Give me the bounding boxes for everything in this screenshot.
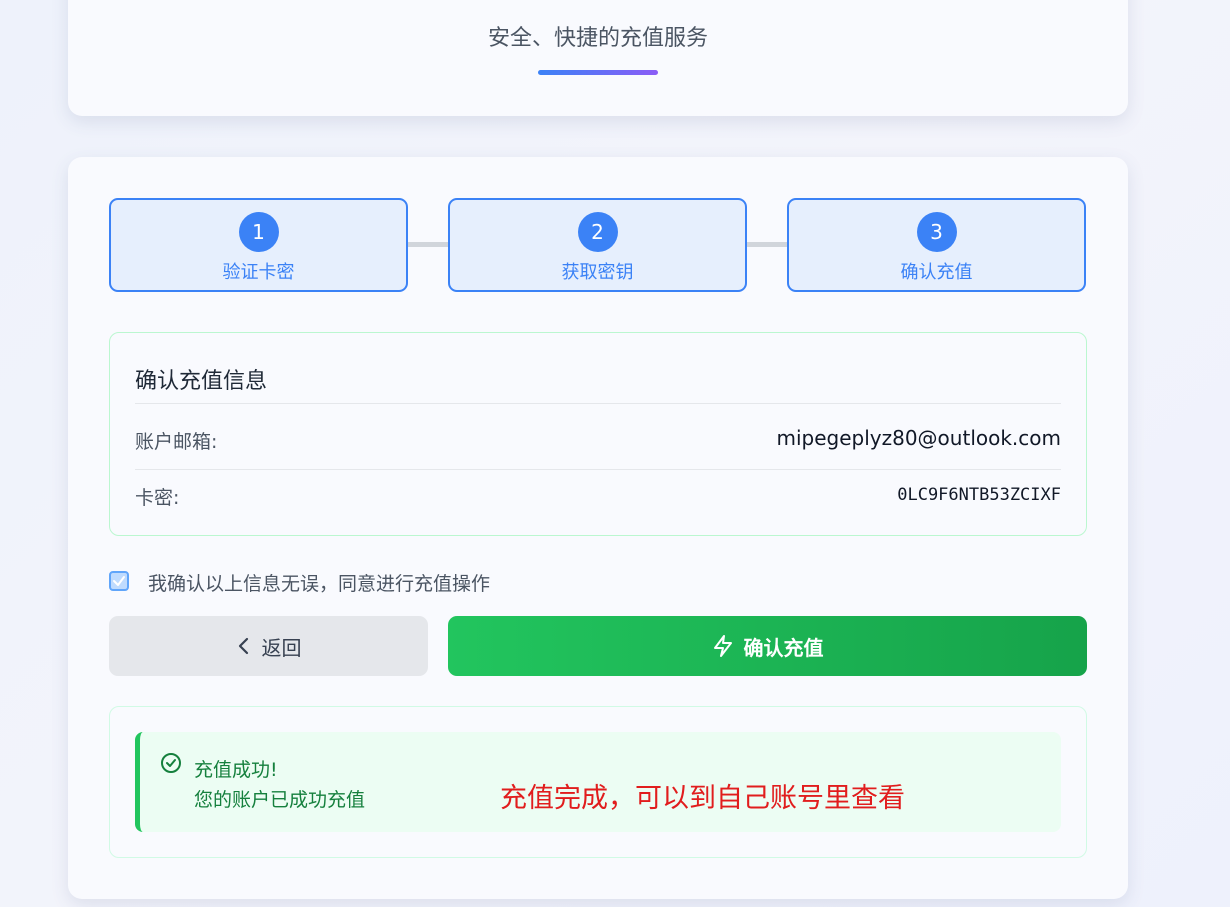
check-icon	[113, 576, 125, 586]
success-alert: 充值成功! 您的账户已成功充值 充值完成，可以到自己账号里查看	[135, 732, 1061, 832]
step-label: 获取密钥	[561, 262, 634, 283]
step-label: 确认充值	[900, 262, 973, 283]
card-key-value: 0LC9F6NTB53ZCIXF	[897, 485, 1061, 505]
back-button-label: 返回	[261, 637, 302, 660]
accent-bar	[538, 70, 658, 75]
chevron-left-icon	[238, 637, 248, 655]
lightning-icon	[713, 635, 732, 657]
step-verify-card: 1 验证卡密	[109, 198, 408, 292]
back-button[interactable]: 返回	[109, 616, 428, 676]
card-key-label: 卡密:	[135, 487, 180, 509]
divider	[135, 469, 1061, 470]
check-circle-icon	[161, 753, 181, 773]
step-get-key: 2 获取密钥	[448, 198, 747, 292]
step-number: 1	[238, 212, 279, 252]
step-confirm-recharge: 3 确认充值	[787, 198, 1086, 292]
step-connector	[747, 242, 787, 247]
info-title: 确认充值信息	[135, 369, 268, 394]
confirm-checkbox[interactable]	[109, 571, 129, 591]
step-indicator: 1 验证卡密 2 获取密钥 3 确认充值	[109, 198, 1087, 292]
main-card: 1 验证卡密 2 获取密钥 3 确认充值 确认充值信息 账户邮箱: mipege…	[68, 157, 1128, 899]
step-label: 验证卡密	[222, 262, 295, 283]
result-panel: 充值成功! 您的账户已成功充值 充值完成，可以到自己账号里查看	[109, 706, 1087, 858]
step-number: 2	[577, 212, 618, 252]
divider	[135, 403, 1061, 404]
confirm-recharge-button[interactable]: 确认充值	[448, 616, 1087, 676]
page-subtitle: 安全、快捷的充值服务	[487, 26, 708, 51]
success-description: 您的账户已成功充值	[194, 789, 366, 811]
confirm-checkbox-label[interactable]: 我确认以上信息无误，同意进行充值操作	[148, 569, 490, 596]
recharge-info-panel: 确认充值信息 账户邮箱: mipegeplyz80@outlook.com 卡密…	[109, 332, 1087, 536]
confirm-button-label: 确认充值	[743, 637, 824, 660]
annotation-note: 充值完成，可以到自己账号里查看	[500, 783, 905, 814]
email-value: mipegeplyz80@outlook.com	[776, 426, 1061, 450]
header-card: 安全、快捷的充值服务	[68, 0, 1128, 116]
step-number: 3	[916, 212, 957, 252]
email-label: 账户邮箱:	[135, 431, 218, 453]
step-connector	[408, 242, 448, 247]
success-title: 充值成功!	[194, 759, 278, 781]
